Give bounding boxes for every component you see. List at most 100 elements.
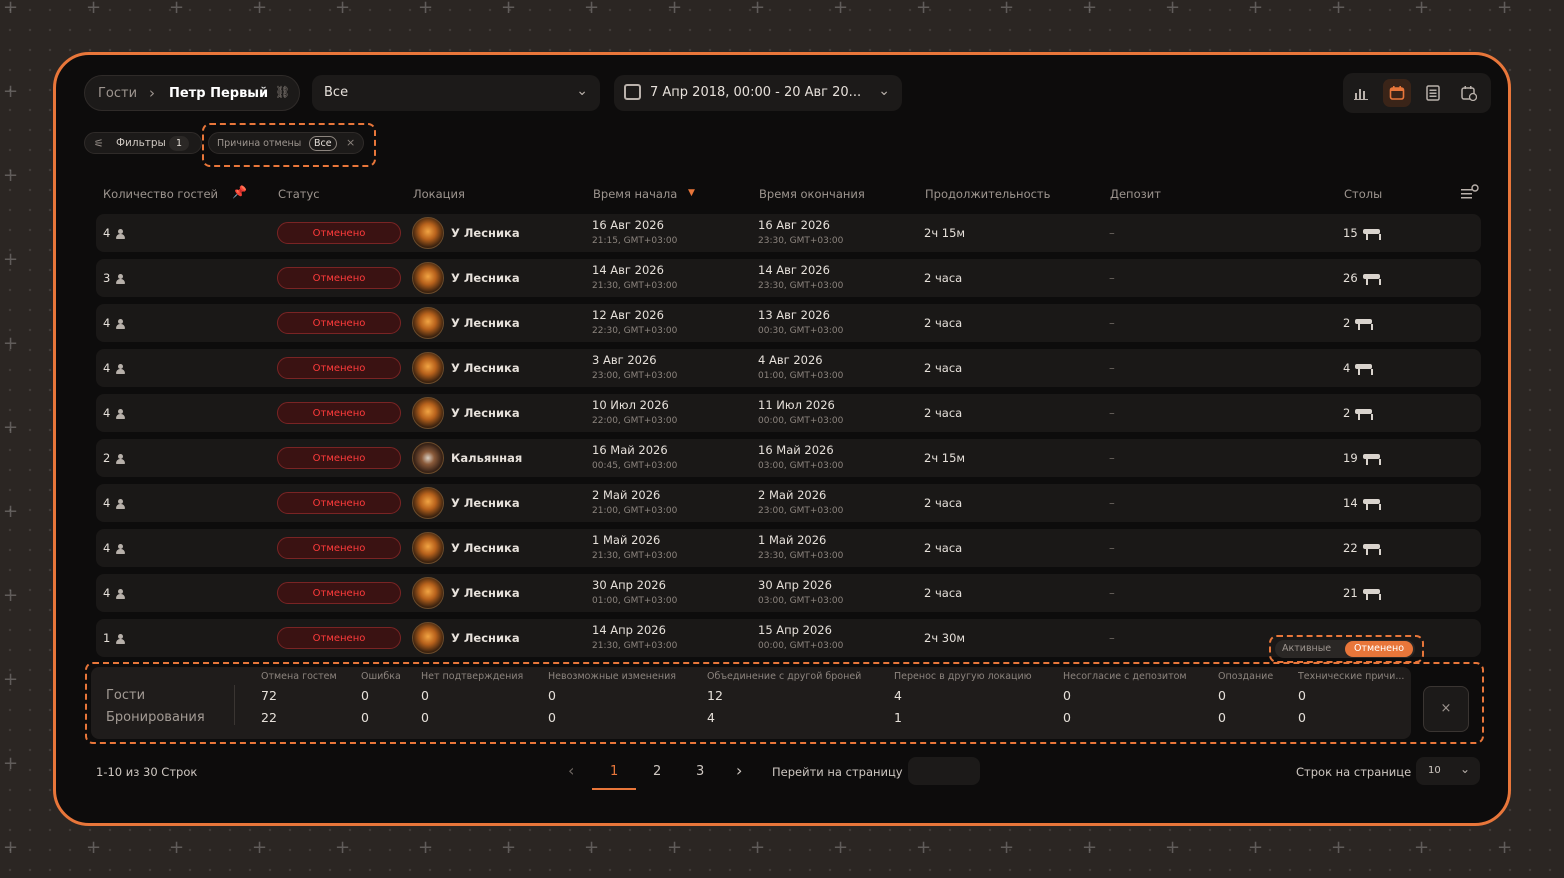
prev-page-icon[interactable]: ‹ bbox=[568, 761, 574, 780]
summary-bookings-value: 22 bbox=[261, 710, 277, 725]
close-icon[interactable]: × bbox=[346, 136, 355, 149]
end-date: 1 Май 2026 bbox=[758, 533, 827, 547]
deposit: – bbox=[1109, 586, 1115, 600]
table-row[interactable]: 3 Отменено У Лесника 14 Авг 2026 21:30, GMT+… bbox=[96, 259, 1481, 297]
date-range-picker[interactable]: 7 Апр 2018, 00:00 - 20 Авг 20... ⌄ bbox=[614, 75, 902, 111]
column-header-start[interactable]: Время начала bbox=[593, 187, 677, 201]
status-badge: Отменено bbox=[277, 447, 401, 469]
summary-guests-value: 0 bbox=[361, 688, 369, 703]
location-avatar bbox=[412, 487, 444, 519]
summary-header: Технические причи... bbox=[1298, 671, 1405, 682]
column-header-deposit[interactable]: Депозит bbox=[1110, 187, 1161, 201]
status-badge: Отменено bbox=[277, 402, 401, 424]
column-header-end[interactable]: Время окончания bbox=[759, 187, 865, 201]
summary-guests-value: 0 bbox=[1218, 688, 1226, 703]
filter-select-value: Все bbox=[324, 85, 349, 100]
page-3[interactable]: 3 bbox=[696, 764, 704, 779]
background-cross: + bbox=[667, 0, 683, 18]
breadcrumb-root[interactable]: Гости bbox=[98, 86, 137, 101]
toggle-active[interactable]: Активные bbox=[1282, 643, 1331, 654]
location-avatar bbox=[412, 397, 444, 429]
filters-button[interactable]: ⚟ Фильтры 1 bbox=[84, 132, 202, 154]
column-header-guests[interactable]: Количество гостей bbox=[103, 187, 218, 201]
cancel-reason-chip[interactable]: Причина отмены Все × bbox=[208, 132, 364, 154]
background-cross: + bbox=[3, 501, 19, 522]
start-date: 30 Апр 2026 bbox=[592, 578, 666, 592]
table-row[interactable]: 4 Отменено У Лесника 2 Май 2026 21:00, GMT+0… bbox=[96, 484, 1481, 522]
column-settings-icon[interactable] bbox=[1461, 184, 1479, 204]
next-page-icon[interactable]: › bbox=[736, 761, 742, 780]
duration: 2ч 15м bbox=[924, 451, 966, 465]
location-name: У Лесника bbox=[451, 271, 520, 285]
pagination-info: 1-10 из 30 Строк bbox=[96, 765, 198, 779]
column-header-status[interactable]: Статус bbox=[278, 187, 320, 201]
page-1[interactable]: 1 bbox=[610, 764, 618, 779]
table-number: 21 bbox=[1343, 586, 1381, 600]
summary-bookings-value: 0 bbox=[1218, 710, 1226, 725]
summary-close-button[interactable]: × bbox=[1423, 686, 1469, 732]
calendar-view-icon[interactable] bbox=[1383, 79, 1411, 107]
summary-bookings-value: 0 bbox=[1063, 710, 1071, 725]
background-cross: + bbox=[501, 0, 517, 18]
summary-bookings-value: 4 bbox=[707, 710, 715, 725]
deposit: – bbox=[1109, 406, 1115, 420]
calendar-clock-icon[interactable] bbox=[1455, 79, 1483, 107]
background-cross: + bbox=[3, 753, 19, 774]
status-badge: Отменено bbox=[277, 537, 401, 559]
filter-select[interactable]: Все ⌄ bbox=[312, 75, 600, 111]
deposit: – bbox=[1109, 361, 1115, 375]
column-header-duration[interactable]: Продолжительность bbox=[925, 187, 1050, 201]
location-name: У Лесника bbox=[451, 496, 520, 510]
guests-count: 3 bbox=[103, 271, 126, 285]
end-time: 23:30, GMT+03:00 bbox=[758, 236, 844, 246]
pin-icon[interactable]: 📌 bbox=[232, 185, 247, 199]
table-row[interactable]: 4 Отменено У Лесника 12 Авг 2026 22:30, GMT+… bbox=[96, 304, 1481, 342]
background-cross: + bbox=[3, 249, 19, 270]
end-time: 23:00, GMT+03:00 bbox=[758, 506, 844, 516]
duration: 2 часа bbox=[924, 541, 963, 555]
table-row[interactable]: 4 Отменено У Лесника 30 Апр 2026 01:00, GMT+… bbox=[96, 574, 1481, 612]
deposit: – bbox=[1109, 541, 1115, 555]
sort-desc-icon[interactable]: ▼ bbox=[688, 188, 695, 198]
end-date: 15 Апр 2026 bbox=[758, 623, 832, 637]
location-avatar bbox=[412, 622, 444, 654]
location-avatar bbox=[412, 307, 444, 339]
duration: 2 часа bbox=[924, 271, 963, 285]
end-time: 23:30, GMT+03:00 bbox=[758, 281, 844, 291]
page-active-indicator bbox=[592, 788, 636, 790]
table-row[interactable]: 4 Отменено У Лесника 10 Июл 2026 22:00, GMT+… bbox=[96, 394, 1481, 432]
goto-page-input[interactable] bbox=[908, 757, 980, 785]
summary-header: Ошибка bbox=[361, 671, 401, 682]
toggle-cancelled[interactable]: Отменено bbox=[1345, 641, 1413, 657]
chart-icon[interactable] bbox=[1347, 79, 1375, 107]
link-icon[interactable]: ⛓ bbox=[275, 85, 290, 99]
guests-count: 4 bbox=[103, 361, 126, 375]
column-header-tables[interactable]: Столы bbox=[1344, 187, 1382, 201]
background-cross: + bbox=[1497, 0, 1513, 18]
table-icon bbox=[1362, 452, 1381, 465]
table-row[interactable]: 4 Отменено У Лесника 3 Авг 2026 23:00, GMT+0… bbox=[96, 349, 1481, 387]
summary-header: Отмена гостем bbox=[261, 671, 337, 682]
background-cross: + bbox=[501, 837, 517, 858]
table-row[interactable]: 2 Отменено Кальянная 16 Май 2026 00:45, GMT+… bbox=[96, 439, 1481, 477]
background-cross: + bbox=[3, 333, 19, 354]
summary-guests-value: 0 bbox=[1298, 688, 1306, 703]
table-row[interactable]: 4 Отменено У Лесника 1 Май 2026 21:30, GMT+0… bbox=[96, 529, 1481, 567]
column-header-location[interactable]: Локация bbox=[413, 187, 465, 201]
status-toggle: Активные Отменено bbox=[1275, 640, 1415, 658]
location-name: У Лесника bbox=[451, 541, 520, 555]
filters-label: Фильтры bbox=[116, 137, 166, 149]
deposit: – bbox=[1109, 271, 1115, 285]
cancel-reason-chip-value: Все bbox=[309, 136, 337, 151]
table-row[interactable]: 4 Отменено У Лесника 16 Авг 2026 21:15, GMT+… bbox=[96, 214, 1481, 252]
rows-per-page-select[interactable]: 10 ⌄ bbox=[1416, 757, 1480, 785]
guests-count: 4 bbox=[103, 316, 126, 330]
background-cross: + bbox=[3, 837, 19, 858]
location-name: У Лесника bbox=[451, 406, 520, 420]
background-cross: + bbox=[1082, 837, 1098, 858]
summary-guests-value: 0 bbox=[421, 688, 429, 703]
page-2[interactable]: 2 bbox=[653, 764, 661, 779]
list-icon[interactable] bbox=[1419, 79, 1447, 107]
rows-per-page-value: 10 bbox=[1428, 765, 1441, 776]
start-time: 21:15, GMT+03:00 bbox=[592, 236, 678, 246]
